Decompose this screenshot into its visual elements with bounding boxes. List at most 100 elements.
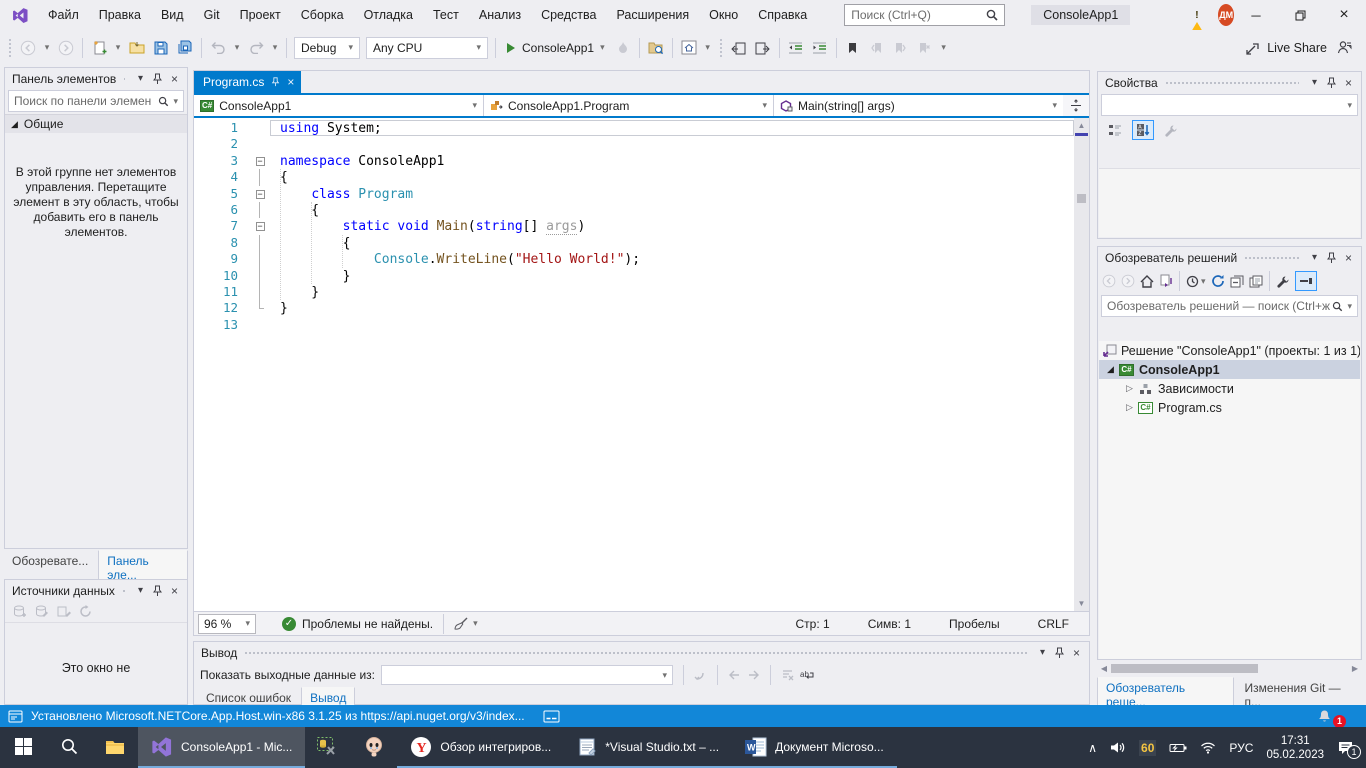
- close-icon[interactable]: ×: [1340, 75, 1357, 91]
- navigate-back-button[interactable]: [16, 36, 40, 60]
- tree-item[interactable]: ▷Зависимости: [1099, 379, 1360, 398]
- toolbar-overflow-dropdown[interactable]: ▾: [937, 36, 951, 60]
- minimize-button[interactable]: ─: [1234, 0, 1278, 30]
- save-all-button[interactable]: [173, 36, 197, 60]
- battery-icon[interactable]: [1169, 742, 1187, 754]
- menu-item[interactable]: Средства: [532, 4, 605, 26]
- close-icon[interactable]: ×: [1340, 250, 1357, 266]
- find-in-files-button[interactable]: [644, 36, 668, 60]
- menu-item[interactable]: Отладка: [355, 4, 422, 26]
- code-line[interactable]: 3−namespace ConsoleApp1: [194, 153, 1074, 169]
- menu-item[interactable]: Анализ: [470, 4, 530, 26]
- forward-button[interactable]: [1121, 274, 1135, 288]
- close-icon[interactable]: ×: [1068, 645, 1085, 661]
- code-line[interactable]: 8 {: [194, 235, 1074, 251]
- navigate-forward-content-button[interactable]: [751, 36, 775, 60]
- start-debugging-button[interactable]: ConsoleApp1▾: [500, 36, 611, 60]
- code-line[interactable]: 12}: [194, 300, 1074, 316]
- volume-icon[interactable]: [1110, 741, 1126, 754]
- account-avatar[interactable]: ДМ: [1218, 4, 1234, 26]
- outline-margin[interactable]: −: [250, 186, 270, 202]
- toggle-bookmark-button[interactable]: [841, 36, 865, 60]
- line-indicator[interactable]: Стр: 1: [796, 617, 830, 631]
- taskbar-item-start[interactable]: [0, 727, 46, 768]
- pin-icon[interactable]: [1051, 645, 1068, 661]
- properties-shortcut-button[interactable]: [1249, 275, 1263, 288]
- menu-item[interactable]: Сборка: [292, 4, 353, 26]
- navigate-back-dropdown[interactable]: ▾: [40, 36, 54, 60]
- taskbar-item-visual-studio[interactable]: ConsoleApp1 - Mic...: [138, 727, 305, 768]
- taskbar-item-search[interactable]: [46, 727, 92, 768]
- alphabetical-sort-button[interactable]: AZ: [1132, 120, 1154, 140]
- pin-icon[interactable]: [149, 71, 166, 87]
- clear-bookmarks-button[interactable]: [913, 36, 937, 60]
- quick-search-input[interactable]: Поиск (Ctrl+Q): [844, 4, 1005, 26]
- code-line[interactable]: 13: [194, 317, 1074, 333]
- back-button[interactable]: [1102, 274, 1116, 288]
- pin-icon[interactable]: [149, 583, 166, 599]
- new-project-button[interactable]: [87, 36, 111, 60]
- horizontal-scrollbar[interactable]: ◀ ▶: [1097, 662, 1362, 675]
- document-health-indicator[interactable]: ✓ Проблемы не найдены.: [282, 617, 433, 631]
- collapse-all-button[interactable]: [1230, 275, 1244, 288]
- window-position-dropdown[interactable]: ▾: [1306, 250, 1323, 266]
- notification-warning-icon[interactable]: [1188, 8, 1206, 23]
- previous-message-button[interactable]: [728, 669, 741, 681]
- fold-toggle-icon[interactable]: −: [256, 222, 265, 231]
- undo-button[interactable]: [206, 36, 230, 60]
- eol-indicator[interactable]: CRLF: [1038, 617, 1069, 631]
- pin-icon[interactable]: [1323, 250, 1340, 266]
- categorized-view-button[interactable]: [1104, 120, 1126, 140]
- outline-margin[interactable]: −: [250, 153, 270, 169]
- sync-with-active-document-button[interactable]: [1159, 274, 1173, 288]
- member-dropdown[interactable]: Main(string[] args)▾: [774, 95, 1063, 116]
- refresh-icon[interactable]: [79, 605, 92, 618]
- increase-indent-button[interactable]: [808, 36, 832, 60]
- taskbar-item-tool[interactable]: [305, 727, 351, 768]
- menu-item[interactable]: Файл: [39, 4, 88, 26]
- action-center-icon[interactable]: 1: [1337, 740, 1354, 755]
- language-indicator[interactable]: РУС: [1229, 741, 1253, 755]
- scroll-right-icon[interactable]: ▶: [1348, 664, 1362, 673]
- tray-chevron-icon[interactable]: ∧: [1088, 741, 1097, 755]
- tab-program-cs[interactable]: Program.cs ×: [194, 71, 301, 93]
- toolbox-search-input[interactable]: Поиск по панели элемен ▾: [8, 90, 184, 112]
- edit-data-source-button[interactable]: [57, 605, 71, 618]
- tree-item[interactable]: ▷C#Program.cs: [1099, 398, 1360, 417]
- object-selector-combo[interactable]: ▾: [1101, 94, 1358, 116]
- menu-item[interactable]: Расширения: [607, 4, 698, 26]
- code-line[interactable]: 2: [194, 136, 1074, 152]
- menu-item[interactable]: Правка: [90, 4, 150, 26]
- scroll-down-icon[interactable]: ▼: [1074, 596, 1089, 611]
- taskbar-item-word[interactable]: WДокумент Microso...: [732, 727, 897, 768]
- refresh-icon[interactable]: [1211, 274, 1225, 288]
- menu-item[interactable]: Git: [195, 4, 229, 26]
- battery-percent[interactable]: 60: [1139, 740, 1156, 756]
- code-editor[interactable]: 1using System;23−namespace ConsoleApp14{…: [194, 118, 1089, 611]
- save-button[interactable]: [149, 36, 173, 60]
- code-line[interactable]: 6 {: [194, 202, 1074, 218]
- code-line[interactable]: 4{: [194, 169, 1074, 185]
- window-position-dropdown[interactable]: ▾: [132, 583, 149, 599]
- tree-expander-icon[interactable]: ▷: [1122, 402, 1137, 413]
- scrollbar-thumb[interactable]: [1077, 194, 1086, 203]
- window-position-dropdown[interactable]: ▾: [1034, 645, 1051, 661]
- solution-platform-combo[interactable]: Any CPU▾: [366, 37, 488, 59]
- decrease-indent-button[interactable]: [784, 36, 808, 60]
- code-line[interactable]: 9 Console.WriteLine("Hello World!");: [194, 251, 1074, 267]
- code-cleanup-button[interactable]: ▾: [454, 617, 478, 630]
- pending-changes-filter-button[interactable]: ▾: [1186, 275, 1206, 288]
- fold-toggle-icon[interactable]: −: [256, 190, 265, 199]
- tree-expander-icon[interactable]: ◢: [1103, 364, 1118, 375]
- window-position-dropdown[interactable]: ▾: [132, 71, 149, 87]
- clear-all-button[interactable]: [781, 669, 794, 681]
- tree-expander-icon[interactable]: ▷: [1122, 383, 1137, 394]
- next-bookmark-button[interactable]: [889, 36, 913, 60]
- scroll-left-icon[interactable]: ◀: [1097, 664, 1111, 673]
- navigate-backward-content-button[interactable]: [727, 36, 751, 60]
- preview-selected-items-toggle[interactable]: [1295, 271, 1317, 291]
- tree-item[interactable]: Решение "ConsoleApp1" (проекты: 1 из 1): [1099, 341, 1360, 360]
- split-editor-button[interactable]: [1063, 95, 1089, 116]
- output-source-combo[interactable]: ▾: [381, 665, 673, 685]
- wrench-icon[interactable]: [1276, 275, 1290, 288]
